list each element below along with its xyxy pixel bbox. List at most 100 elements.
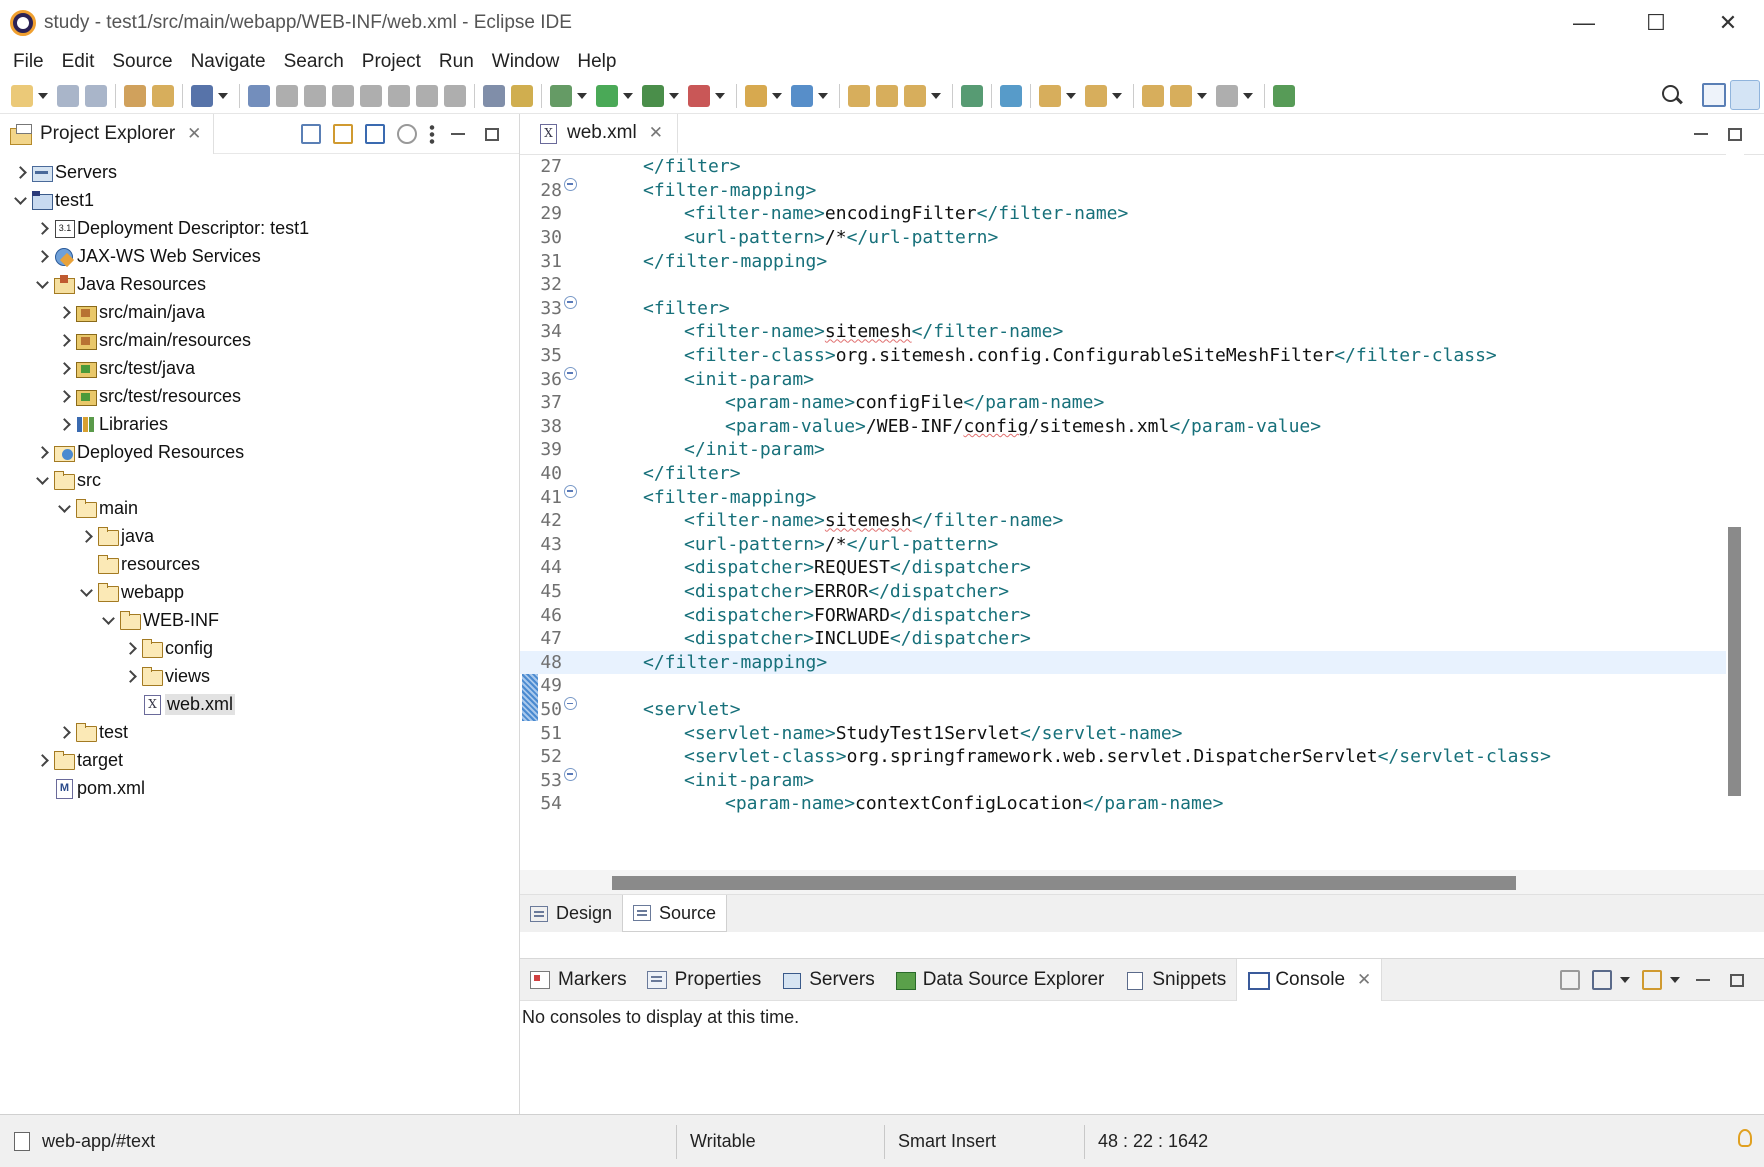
code-line[interactable]: 33 <filter> bbox=[520, 295, 1742, 321]
tab-properties[interactable]: Properties bbox=[637, 959, 772, 1001]
suspend-icon[interactable] bbox=[304, 84, 326, 107]
tree-item[interactable]: src bbox=[0, 466, 519, 494]
tree-item[interactable]: Servers bbox=[0, 158, 519, 186]
drop-to-frame-icon[interactable] bbox=[511, 84, 533, 107]
tree-item[interactable]: resources bbox=[0, 550, 519, 578]
code-line[interactable]: 32 bbox=[520, 273, 1742, 297]
tree-item[interactable]: src/main/java bbox=[0, 298, 519, 326]
tree-item[interactable]: JAX-WS Web Services bbox=[0, 242, 519, 270]
horizontal-scrollbar[interactable] bbox=[520, 870, 1764, 894]
display-console-icon[interactable] bbox=[1592, 970, 1612, 990]
tree-item[interactable]: Deployment Descriptor: test1 bbox=[0, 214, 519, 242]
code-line[interactable]: 27 </filter> bbox=[520, 155, 1742, 179]
tree-item[interactable]: Java Resources bbox=[0, 270, 519, 298]
open-type-icon[interactable] bbox=[848, 84, 870, 107]
tab-design[interactable]: Design bbox=[520, 895, 622, 932]
coverage-icon[interactable] bbox=[642, 84, 664, 107]
chevron-down-icon[interactable] bbox=[669, 92, 679, 99]
minimize-view-icon[interactable] bbox=[1694, 133, 1708, 135]
collapse-all-icon[interactable] bbox=[301, 124, 321, 144]
chevron-right-icon[interactable] bbox=[56, 304, 72, 320]
forward-icon[interactable] bbox=[1216, 84, 1238, 107]
chevron-down-icon[interactable] bbox=[38, 92, 48, 99]
save-icon[interactable] bbox=[57, 84, 79, 107]
terminate-icon[interactable] bbox=[332, 84, 354, 107]
menu-search[interactable]: Search bbox=[275, 51, 353, 73]
close-icon[interactable]: ✕ bbox=[649, 123, 663, 143]
code-line[interactable]: 31 </filter-mapping> bbox=[520, 249, 1742, 273]
menu-source[interactable]: Source bbox=[103, 51, 181, 73]
open-task-icon[interactable] bbox=[876, 84, 898, 107]
menu-run[interactable]: Run bbox=[430, 51, 483, 73]
tree-item[interactable]: target bbox=[0, 746, 519, 774]
maximize-view-icon[interactable] bbox=[485, 127, 499, 141]
code-line[interactable]: 47 <dispatcher>INCLUDE</dispatcher> bbox=[520, 627, 1742, 651]
maximize-view-icon[interactable] bbox=[1728, 127, 1742, 141]
tree-item[interactable]: pom.xml bbox=[0, 774, 519, 802]
tree-item[interactable]: java bbox=[0, 522, 519, 550]
chevron-right-icon[interactable] bbox=[34, 752, 50, 768]
tree-item[interactable]: views bbox=[0, 662, 519, 690]
chevron-down-icon[interactable] bbox=[218, 92, 228, 99]
tab-snippets[interactable]: Snippets bbox=[1114, 959, 1236, 1001]
tree-item[interactable]: test1 bbox=[0, 186, 519, 214]
code-editor[interactable]: 27 </filter> 28 <filter-mapping> 29 <filter-n… bbox=[520, 154, 1764, 870]
chevron-right-icon[interactable] bbox=[56, 388, 72, 404]
menu-window[interactable]: Window bbox=[483, 51, 569, 73]
tab-project-explorer[interactable]: Project Explorer ✕ bbox=[0, 113, 215, 154]
chevron-down-icon[interactable] bbox=[34, 472, 50, 488]
new-java-class-icon[interactable] bbox=[791, 84, 813, 107]
chevron-down-icon[interactable] bbox=[623, 92, 633, 99]
tip-lightbulb-icon[interactable] bbox=[1738, 1129, 1752, 1147]
filter-icon[interactable] bbox=[365, 124, 385, 144]
tab-servers[interactable]: Servers bbox=[771, 959, 884, 1001]
menu-navigate[interactable]: Navigate bbox=[182, 51, 275, 73]
close-button[interactable]: ✕ bbox=[1692, 0, 1764, 46]
tree-item[interactable]: webapp bbox=[0, 578, 519, 606]
back-icon[interactable] bbox=[1170, 84, 1192, 107]
chevron-down-icon[interactable] bbox=[56, 500, 72, 516]
code-line[interactable]: 45 <dispatcher>ERROR</dispatcher> bbox=[520, 580, 1742, 604]
collapse-fold-icon[interactable] bbox=[563, 366, 577, 380]
tree-item[interactable]: Libraries bbox=[0, 410, 519, 438]
chevron-down-icon[interactable] bbox=[34, 276, 50, 292]
chevron-down-icon[interactable] bbox=[1620, 977, 1630, 983]
tab-data-source-explorer[interactable]: Data Source Explorer bbox=[885, 959, 1115, 1001]
tree-item[interactable]: Deployed Resources bbox=[0, 438, 519, 466]
tab-markers[interactable]: Markers bbox=[520, 959, 637, 1001]
tree-item[interactable]: src/test/java bbox=[0, 354, 519, 382]
code-line[interactable]: 34 <filter-name>sitemesh</filter-name> bbox=[520, 320, 1742, 344]
previous-annotation-icon[interactable] bbox=[1085, 84, 1107, 107]
code-line[interactable]: 49 bbox=[520, 674, 1742, 698]
open-console-icon[interactable] bbox=[1642, 970, 1662, 990]
close-icon[interactable]: ✕ bbox=[187, 124, 201, 144]
tree-item[interactable]: test bbox=[0, 718, 519, 746]
disconnect-icon[interactable] bbox=[360, 84, 382, 107]
chevron-down-icon[interactable] bbox=[1243, 92, 1253, 99]
code-line[interactable]: 53 <init-param> bbox=[520, 767, 1742, 793]
code-line[interactable]: 51 <servlet-name>StudyTest1Servlet</servl… bbox=[520, 721, 1742, 745]
code-line[interactable]: 46 <dispatcher>FORWARD</dispatcher> bbox=[520, 603, 1742, 627]
chevron-right-icon[interactable] bbox=[34, 220, 50, 236]
chevron-down-icon[interactable] bbox=[1670, 977, 1680, 983]
collapse-fold-icon[interactable] bbox=[563, 177, 577, 191]
code-line[interactable]: 48 </filter-mapping> bbox=[520, 650, 1742, 675]
new-server-icon[interactable] bbox=[745, 84, 767, 107]
step-into-icon[interactable] bbox=[388, 84, 410, 107]
new-icon[interactable] bbox=[11, 84, 33, 107]
chevron-right-icon[interactable] bbox=[122, 640, 138, 656]
chevron-down-icon[interactable] bbox=[772, 92, 782, 99]
code-line[interactable]: 29 <filter-name>encodingFilter</filter-na… bbox=[520, 202, 1742, 226]
link-with-editor-icon[interactable] bbox=[333, 124, 353, 144]
tree-item[interactable]: web.xml bbox=[0, 690, 519, 718]
collapse-fold-icon[interactable] bbox=[563, 697, 577, 711]
code-line[interactable]: 30 <url-pattern>/*</url-pattern> bbox=[520, 226, 1742, 250]
chevron-right-icon[interactable] bbox=[78, 528, 94, 544]
code-line[interactable]: 35 <filter-class>org.sitemesh.config.Conf… bbox=[520, 344, 1742, 368]
chevron-down-icon[interactable] bbox=[1066, 92, 1076, 99]
menu-project[interactable]: Project bbox=[353, 51, 430, 73]
chevron-right-icon[interactable] bbox=[56, 332, 72, 348]
java-ee-perspective-icon[interactable] bbox=[1730, 80, 1760, 110]
tab-console[interactable]: Console ✕ bbox=[1236, 958, 1383, 1001]
tab-source[interactable]: Source bbox=[622, 895, 728, 932]
